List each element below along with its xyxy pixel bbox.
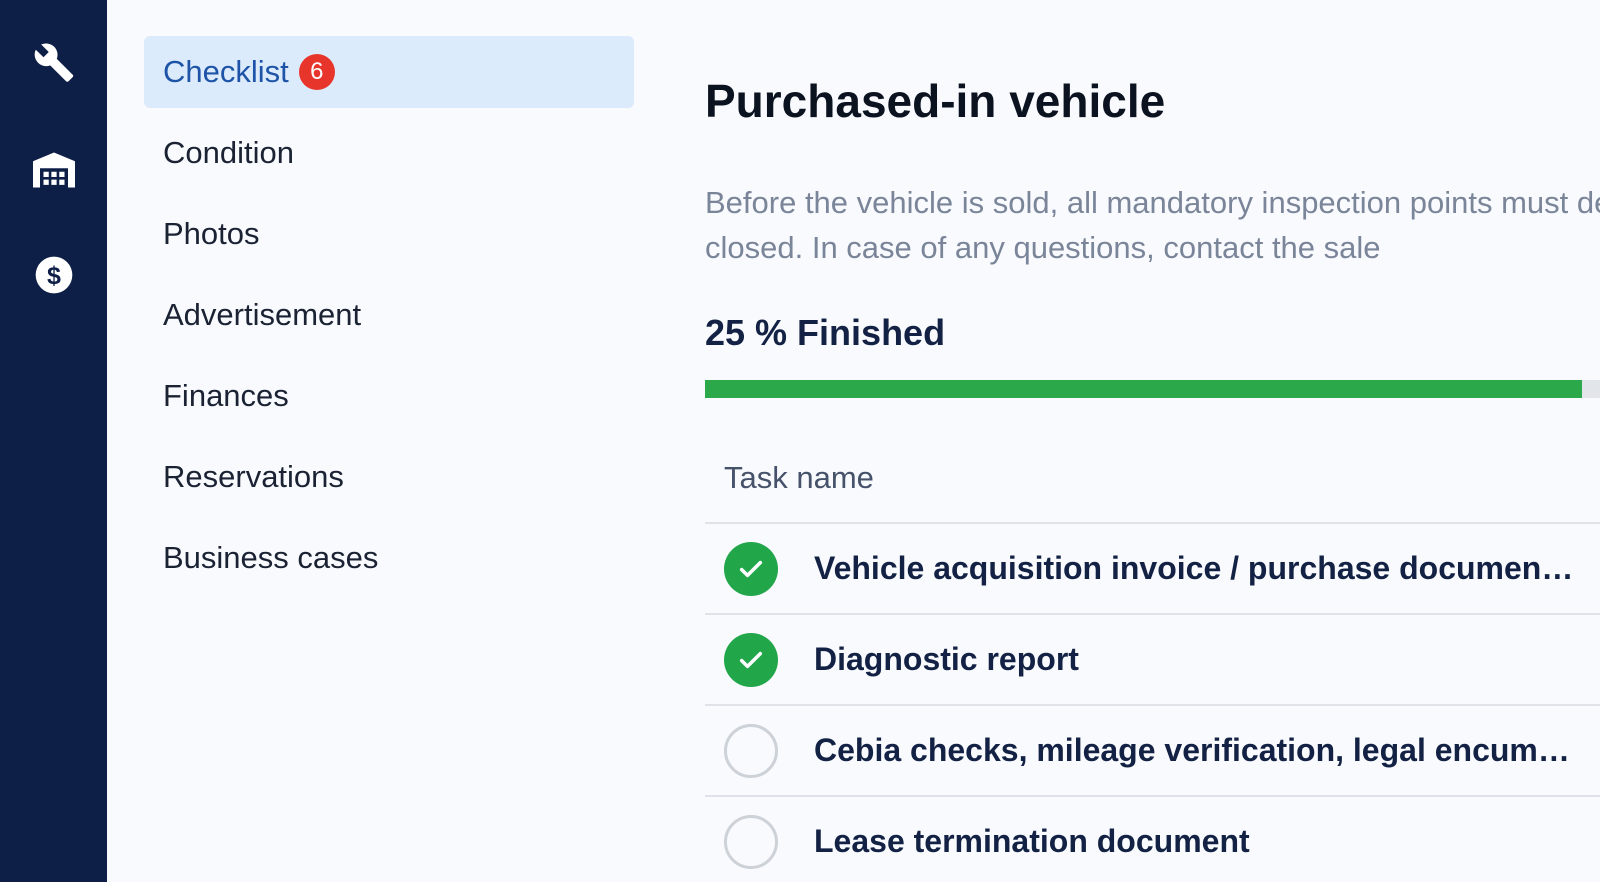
nav-item-label: Finances [163,378,289,413]
progress-label: 25 % Finished [705,312,946,353]
svg-text:$: $ [47,262,61,290]
task-column-header: Task name [724,460,874,495]
app-rail: $ [0,0,107,882]
nav-item-label: Advertisement [163,297,362,332]
nav-item-label: Photos [163,216,260,251]
checkmark-icon[interactable] [724,633,778,687]
garage-icon[interactable] [30,146,78,194]
nav-item-checklist[interactable]: Checklist 6 [144,36,634,108]
nav-item-reservations[interactable]: Reservations [144,441,634,513]
nav-item-finances[interactable]: Finances [144,360,634,432]
section-nav: Checklist 6 Condition Photos Advertiseme… [144,36,634,603]
nav-item-label: Reservations [163,459,344,494]
nav-item-advertisement[interactable]: Advertisement [144,279,634,351]
nav-item-business-cases[interactable]: Business cases [144,522,634,594]
nav-item-photos[interactable]: Photos [144,198,634,270]
dollar-icon[interactable]: $ [30,251,78,299]
task-row[interactable]: Diagnostic report [705,613,1600,704]
progress-bar [705,380,1600,398]
task-name: Diagnostic report [814,641,1079,677]
task-name-text: Vehicle acquisition invoice / purchase d… [814,550,1552,586]
nav-item-label: Business cases [163,540,379,575]
task-list: Vehicle acquisition invoice / purchase d… [705,522,1600,882]
page-title: Purchased-in vehicle [705,75,1166,127]
nav-item-condition[interactable]: Condition [144,117,634,189]
task-row[interactable]: Lease termination document [705,795,1600,882]
empty-circle-icon[interactable] [724,724,778,778]
checkmark-icon[interactable] [724,542,778,596]
task-name: Vehicle acquisition invoice / purchase d… [814,550,1574,587]
empty-circle-icon[interactable] [724,815,778,869]
nav-item-label: Checklist [163,54,289,89]
wrench-icon[interactable] [30,38,78,86]
checklist-panel: Purchased-in vehicle Before the vehicle … [705,0,1600,882]
task-name: Cebia checks, mileage verification, lega… [814,732,1574,768]
page-description: Before the vehicle is sold, all mandator… [705,185,1600,265]
task-name: Lease termination document [814,823,1250,859]
nav-item-label: Condition [163,135,294,170]
progress-fill [705,380,1583,398]
task-row[interactable]: Cebia checks, mileage verification, lega… [705,704,1600,795]
task-row[interactable]: Vehicle acquisition invoice / purchase d… [705,522,1600,613]
count-badge: 6 [298,54,335,90]
